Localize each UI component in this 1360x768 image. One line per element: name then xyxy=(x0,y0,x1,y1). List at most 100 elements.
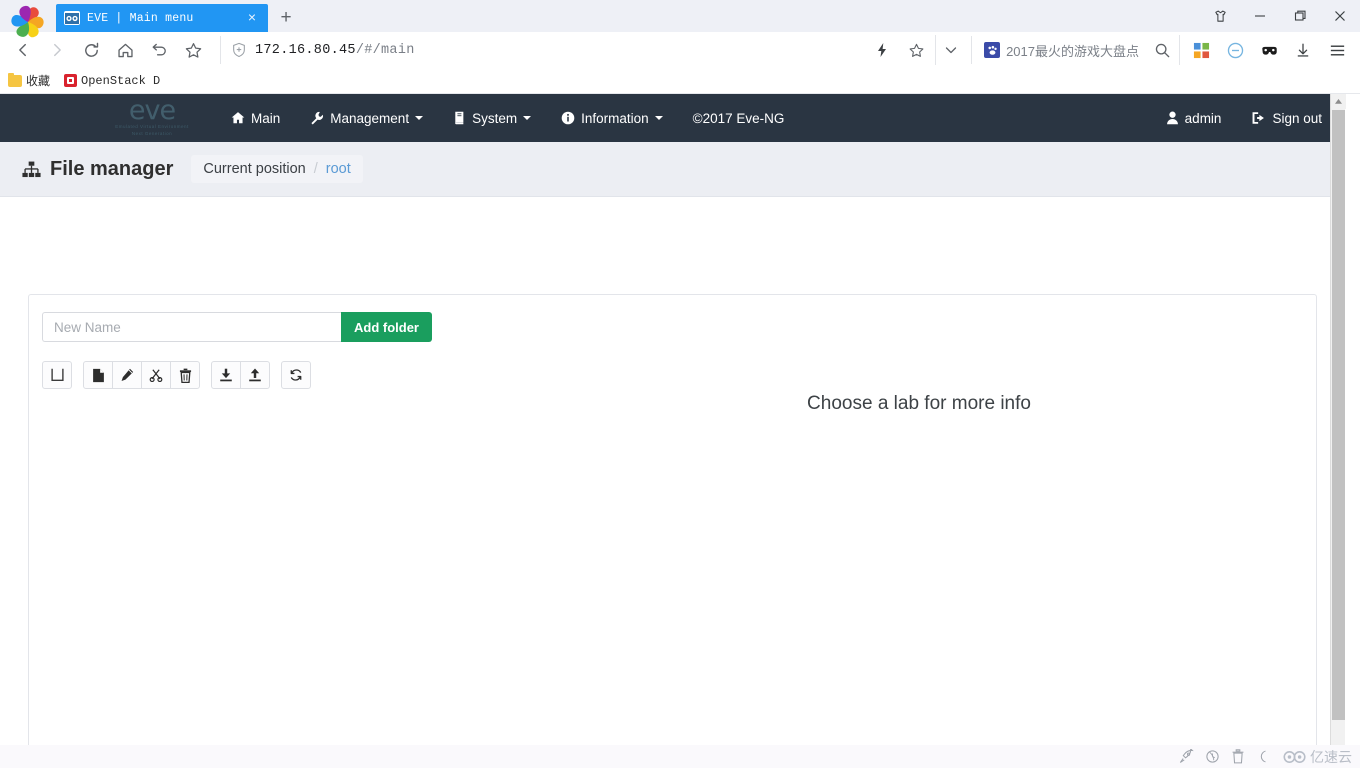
file-edit-group xyxy=(83,361,200,389)
glasses-icon[interactable] xyxy=(1254,35,1284,65)
download-button[interactable] xyxy=(211,361,241,389)
chevron-down-icon xyxy=(654,116,663,120)
eve-logo-word: eve xyxy=(128,95,176,126)
new-tab-button[interactable]: + xyxy=(272,4,300,32)
window-controls xyxy=(1200,0,1360,32)
add-folder-button[interactable]: Add folder xyxy=(341,312,432,342)
edit-button[interactable] xyxy=(112,361,142,389)
url-text: 172.16.80.45/#/main xyxy=(255,43,415,58)
chevron-down-icon[interactable] xyxy=(935,35,965,65)
user-icon xyxy=(1166,111,1179,125)
eve-logo[interactable]: eve Emulated Virtual Environment Next Ge… xyxy=(88,94,216,142)
bookmark-label: 收藏 xyxy=(26,74,51,88)
select-all-button[interactable] xyxy=(42,361,72,389)
transfer-group xyxy=(211,361,270,389)
paw-icon xyxy=(984,42,1001,58)
bookmark-favorites[interactable]: 收藏 xyxy=(8,72,50,89)
nav-item-information[interactable]: Information xyxy=(546,94,678,142)
book-icon xyxy=(453,111,466,125)
page-title-text: File manager xyxy=(50,157,174,180)
watermark-logo-icon xyxy=(1283,750,1307,764)
tab-close-icon[interactable]: × xyxy=(244,10,260,26)
partial-icon[interactable] xyxy=(1251,746,1277,768)
search-input-text: 2017最火的游戏大盘点 xyxy=(1006,43,1139,59)
breadcrumb-separator: / xyxy=(313,161,318,177)
scroll-up-arrow-icon[interactable] xyxy=(1331,94,1346,109)
download-icon[interactable] xyxy=(1288,35,1318,65)
minimize-button[interactable] xyxy=(1240,0,1280,32)
wrench-icon xyxy=(310,111,324,125)
folder-icon xyxy=(8,72,22,87)
apps-grid-icon[interactable] xyxy=(1186,35,1216,65)
nav-item-system[interactable]: System xyxy=(438,94,546,142)
shield-scan-icon[interactable] xyxy=(1199,746,1225,768)
nav-item-main[interactable]: Main xyxy=(216,94,295,142)
theme-shirt-button[interactable] xyxy=(1200,0,1240,32)
new-name-input[interactable] xyxy=(42,312,341,342)
reload-button[interactable] xyxy=(76,35,106,65)
navbar-copyright: ©2017 Eve-NG xyxy=(692,110,785,126)
bookmark-openstack[interactable]: OpenStack D xyxy=(64,74,160,88)
undo-button[interactable] xyxy=(144,35,174,65)
close-window-button[interactable] xyxy=(1320,0,1360,32)
app-navbar: eve Emulated Virtual Environment Next Ge… xyxy=(0,94,1345,142)
new-file-button[interactable] xyxy=(83,361,113,389)
eve-favicon xyxy=(64,11,80,25)
url-host: 172.16.80.45 xyxy=(255,42,356,58)
watermark-text: 亿速云 xyxy=(1310,749,1352,766)
page-scrollbar[interactable] xyxy=(1330,94,1346,768)
upload-button[interactable] xyxy=(240,361,270,389)
nav-item-signout[interactable]: Sign out xyxy=(1236,94,1337,142)
nav-item-label: Management xyxy=(330,110,410,126)
bookmark-star-button[interactable] xyxy=(178,35,208,65)
adblock-icon[interactable] xyxy=(1220,35,1250,65)
nav-item-management[interactable]: Management xyxy=(295,94,438,142)
bookmarks-bar: 收藏 OpenStack D xyxy=(0,68,1360,94)
bookmark-label: OpenStack D xyxy=(81,73,161,88)
nav-signout-label: Sign out xyxy=(1272,110,1322,126)
nav-user-label: admin xyxy=(1184,110,1222,126)
url-path: /#/main xyxy=(355,42,415,58)
menu-hamburger-icon[interactable] xyxy=(1322,35,1352,65)
browser-tab-active[interactable]: EVE | Main menu × xyxy=(56,4,268,32)
chevron-down-icon xyxy=(523,116,532,120)
select-group xyxy=(42,361,72,389)
breadcrumb: Current position / root xyxy=(191,155,363,183)
browser-extension-buttons xyxy=(1179,35,1354,65)
search-box[interactable]: 2017最火的游戏大盘点 xyxy=(971,36,1145,64)
browser-toolbar: 172.16.80.45/#/main 2017最火的游戏大盘点 xyxy=(0,32,1360,68)
pinwheel-icon xyxy=(11,5,44,38)
refresh-button[interactable] xyxy=(281,361,311,389)
lightning-icon[interactable] xyxy=(867,35,897,65)
nav-item-label: System xyxy=(472,110,518,126)
star-favorite-icon[interactable] xyxy=(901,35,931,65)
nav-item-user[interactable]: admin xyxy=(1151,94,1237,142)
cut-button[interactable] xyxy=(141,361,171,389)
delete-button[interactable] xyxy=(170,361,200,389)
maximize-button[interactable] xyxy=(1280,0,1320,32)
sign-out-icon xyxy=(1251,111,1266,125)
trash-icon[interactable] xyxy=(1225,746,1251,768)
browser-window: EVE | Main menu × + 172.16.80.45/#/main … xyxy=(0,0,1360,768)
page-subheader: File manager Current position / root xyxy=(0,142,1345,197)
security-shield-icon xyxy=(231,42,247,58)
refresh-group xyxy=(281,361,311,389)
add-folder-row: Add folder xyxy=(42,312,432,342)
watermark: 亿速云 xyxy=(1283,747,1352,767)
file-manager-panel: Add folder xyxy=(28,294,1317,768)
home-button[interactable] xyxy=(110,35,140,65)
navbar-user-area: admin Sign out xyxy=(1151,94,1337,142)
address-bar[interactable]: 172.16.80.45/#/main xyxy=(220,36,859,64)
breadcrumb-root-link[interactable]: root xyxy=(326,161,351,177)
empty-state-message: Choose a lab for more info xyxy=(807,393,1031,414)
rocket-icon[interactable] xyxy=(1173,746,1199,768)
scrollbar-thumb[interactable] xyxy=(1332,110,1345,720)
sitemap-icon xyxy=(22,161,41,178)
eve-ng-page: eve Emulated Virtual Environment Next Ge… xyxy=(0,94,1346,768)
home-icon xyxy=(231,111,245,125)
openstack-icon xyxy=(64,74,78,87)
chevron-down-icon xyxy=(415,116,424,120)
search-icon[interactable] xyxy=(1147,35,1177,65)
tab-strip: EVE | Main menu × + xyxy=(0,0,1360,38)
eve-logo-subtitle-2: Next Generation xyxy=(131,131,173,136)
